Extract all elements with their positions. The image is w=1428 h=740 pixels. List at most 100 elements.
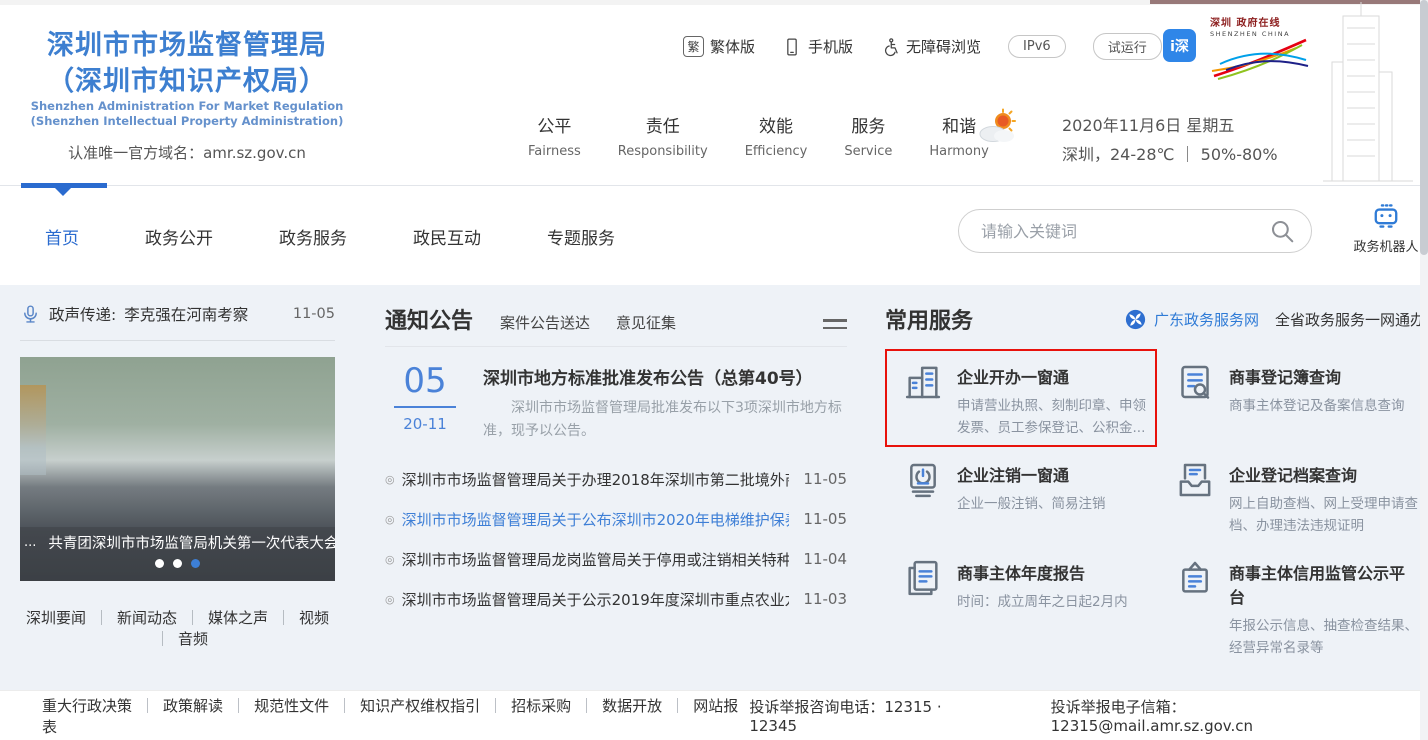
separator: ｜ [579, 697, 594, 715]
notice-text[interactable]: 深圳市市场监督管理局关于公示2019年度深圳市重点农业龙... [402, 589, 790, 610]
notices-title: 通知公告 [385, 303, 473, 335]
carousel-dot-1[interactable] [155, 559, 164, 568]
brand-en-text: SHENZHEN CHINA [1210, 30, 1315, 38]
footer-link-规范性文件[interactable]: 规范性文件 [254, 697, 329, 715]
notice-item[interactable]: ◎深圳市市场监督管理局关于公示2019年度深圳市重点农业龙...11-03 [385, 579, 847, 619]
featured-title[interactable]: 深圳市地方标准批准发布公告（总第40号） [483, 364, 847, 389]
carousel-dot-3[interactable] [191, 559, 200, 568]
site-title-line2: （深圳市知识产权局） [22, 64, 352, 100]
quick-link-mobile[interactable]: 手机版 [782, 36, 853, 57]
quick-link-label: 手机版 [808, 36, 853, 57]
email-label: 投诉举报电子信箱： [1051, 698, 1186, 716]
robot-icon [1368, 200, 1404, 230]
main-content: 政声传递: 李克强在河南考察 11-05 ... 共青团深圳市市场监管局机关第一… [0, 285, 1428, 690]
quick-link-label: 繁体版 [710, 36, 755, 57]
value-en: Efficiency [745, 144, 808, 159]
carousel-caption[interactable]: 共青团深圳市市场监管局机关第一次代表大会胜利召开 [48, 532, 335, 553]
main-nav: 首页 政务公开 政务服务 政民互动 专题服务 政务机器人 [0, 185, 1428, 286]
quick-links: 繁繁体版 手机版 无障碍浏览 IPv6 试运行 [683, 33, 1162, 60]
news-link-视频[interactable]: 视频 [299, 609, 329, 627]
notice-item[interactable]: ◎深圳市市场监督管理局龙岗监管局关于停用或注销相关特种...11-04 [385, 539, 847, 579]
register-search-icon [1175, 362, 1215, 402]
service-企业登记档案查询[interactable]: 企业登记档案查询网上自助查档、网上受理申请查档、办理违法违规证明 [1157, 447, 1425, 545]
phone-label: 投诉举报咨询电话： [749, 698, 884, 716]
scrollbar-track[interactable] [1420, 0, 1428, 740]
news-carousel[interactable]: ... 共青团深圳市市场监管局机关第一次代表大会胜利召开 [20, 357, 335, 581]
news-link-新闻动态[interactable]: 新闻动态 [117, 609, 177, 627]
featured-notice[interactable]: 05 20-11 深圳市地方标准批准发布公告（总第40号） 深圳市市场监督管理局… [385, 364, 847, 443]
footer-link-重大行政决策[interactable]: 重大行政决策 [42, 697, 132, 715]
service-企业注销一窗通[interactable]: 企业注销一窗通企业一般注销、简易注销 [885, 447, 1157, 545]
quick-link-traditional[interactable]: 繁繁体版 [683, 36, 755, 57]
email-value[interactable]: 12315@mail.amr.sz.gov.cn [1051, 717, 1253, 735]
featured-month: 20-11 [385, 415, 465, 433]
notice-date: 11-05 [803, 470, 847, 488]
notice-text[interactable]: 深圳市市场监督管理局关于公布深圳市2020年电梯维护保养... [402, 509, 790, 530]
service-商事主体年度报告[interactable]: 商事主体年度报告时间：成立周年之日起2月内 [885, 545, 1157, 667]
footer-link-招标采购[interactable]: 招标采购 [511, 697, 571, 715]
service-企业开办一窗通[interactable]: 企业开办一窗通申请营业执照、刻制印章、申领发票、员工参保登记、公积金... [885, 349, 1157, 447]
nav-item-政民互动[interactable]: 政民互动 [413, 224, 481, 249]
site-title-en2: (Shenzhen Intellectual Property Administ… [22, 114, 352, 129]
notice-text[interactable]: 深圳市市场监督管理局龙岗监管局关于停用或注销相关特种... [402, 549, 790, 570]
company-close-icon [903, 460, 943, 500]
nav-item-首页[interactable]: 首页 [45, 224, 79, 249]
news-link-深圳要闻[interactable]: 深圳要闻 [26, 609, 86, 627]
notices-tab-案件公告送达[interactable]: 案件公告送达 [500, 312, 590, 333]
page: 深圳市市场监督管理局 （深圳市知识产权局） Shenzhen Administr… [0, 0, 1428, 740]
carousel-photo-placeholder [20, 385, 46, 475]
quick-link-label: 无障碍浏览 [906, 36, 981, 57]
notice-text[interactable]: 深圳市市场监督管理局关于办理2018年深圳市第二批境外商... [402, 469, 790, 490]
separator: ｜ [94, 609, 109, 627]
quick-link-accessibility[interactable]: 无障碍浏览 [880, 36, 981, 57]
shenzhen-app-icon[interactable]: i深 [1163, 29, 1196, 62]
footer-link-政策解读[interactable]: 政策解读 [163, 697, 223, 715]
scrollbar-thumb[interactable] [1420, 0, 1428, 255]
site-logo[interactable]: 深圳市市场监督管理局 （深圳市知识产权局） Shenzhen Administr… [22, 28, 352, 163]
voice-headline[interactable]: 李克强在河南考察 [124, 303, 248, 325]
carousel-dot-2[interactable] [173, 559, 182, 568]
footer-link-知识产权维权指引[interactable]: 知识产权维权指引 [360, 697, 480, 715]
gd-portal-link[interactable]: 广东政务服务网 [1125, 309, 1259, 330]
notice-date: 11-04 [803, 550, 847, 568]
separator: ｜ [231, 697, 246, 715]
archive-search-icon [1175, 460, 1215, 500]
service-body: 企业登记档案查询网上自助查档、网上受理申请查档、办理违法违规证明 [1229, 459, 1419, 537]
pill-IPv6[interactable]: IPv6 [1008, 35, 1066, 58]
building-sketch [1303, 0, 1418, 187]
services-column: 常用服务 广东政务服务网 全省政务服务一网通办 企业开办一 [885, 303, 1425, 668]
weather-line: 深圳，24-28℃ ｜ 50%-80% [1062, 141, 1278, 170]
service-商事主体信用监管公示平台[interactable]: 商事主体信用监管公示平台年报公示信息、抽查检查结果、经营异常名录等 [1157, 545, 1425, 667]
news-link-媒体之声[interactable]: 媒体之声 [208, 609, 268, 627]
gov-robot-button[interactable]: 政务机器人 [1352, 200, 1420, 255]
credit-platform-icon [1175, 558, 1215, 598]
carousel-dots [20, 559, 335, 568]
service-body: 商事主体信用监管公示平台年报公示信息、抽查检查结果、经营异常名录等 [1229, 557, 1419, 659]
nav-item-政务公开[interactable]: 政务公开 [145, 224, 213, 249]
divider [20, 340, 335, 341]
news-section-links: 深圳要闻｜新闻动态｜媒体之声｜视频｜音频 [20, 607, 335, 649]
more-notices-icon[interactable] [823, 314, 847, 335]
nav-item-政务服务[interactable]: 政务服务 [279, 224, 347, 249]
nav-item-专题服务[interactable]: 专题服务 [547, 224, 615, 249]
pill-试运行[interactable]: 试运行 [1093, 33, 1162, 60]
service-商事登记簿查询[interactable]: 商事登记簿查询商事主体登记及备案信息查询 [1157, 349, 1425, 447]
voice-news-row[interactable]: 政声传递: 李克强在河南考察 11-05 [20, 303, 335, 325]
search-icon[interactable] [1269, 218, 1295, 244]
service-body: 企业注销一窗通企业一般注销、简易注销 [957, 459, 1106, 537]
notice-item[interactable]: ◎深圳市市场监督管理局关于办理2018年深圳市第二批境外商...11-05 [385, 459, 847, 499]
footer-link-数据开放[interactable]: 数据开放 [602, 697, 662, 715]
service-desc: 商事主体登记及备案信息查询 [1229, 396, 1405, 418]
notices-tabs: 案件公告送达 意见征集 [500, 312, 676, 335]
annual-report-icon [903, 558, 943, 598]
service-title: 企业登记档案查询 [1229, 462, 1419, 486]
official-domain-note: 认准唯一官方域名：amr.sz.gov.cn [22, 142, 352, 163]
notice-item[interactable]: ◎深圳市市场监督管理局关于公布深圳市2020年电梯维护保养...11-05 [385, 499, 847, 539]
portal-note[interactable]: 全省政务服务一网通办 [1275, 309, 1425, 330]
news-link-音频[interactable]: 音频 [178, 630, 208, 648]
carousel-caption-bar: ... 共青团深圳市市场监管局机关第一次代表大会胜利召开 [20, 527, 335, 581]
separator: ｜ [276, 609, 291, 627]
notice-list: ◎深圳市市场监督管理局关于办理2018年深圳市第二批境外商...11-05◎深圳… [385, 459, 847, 619]
search-input[interactable] [959, 222, 1269, 241]
notices-tab-意见征集[interactable]: 意见征集 [616, 312, 676, 333]
